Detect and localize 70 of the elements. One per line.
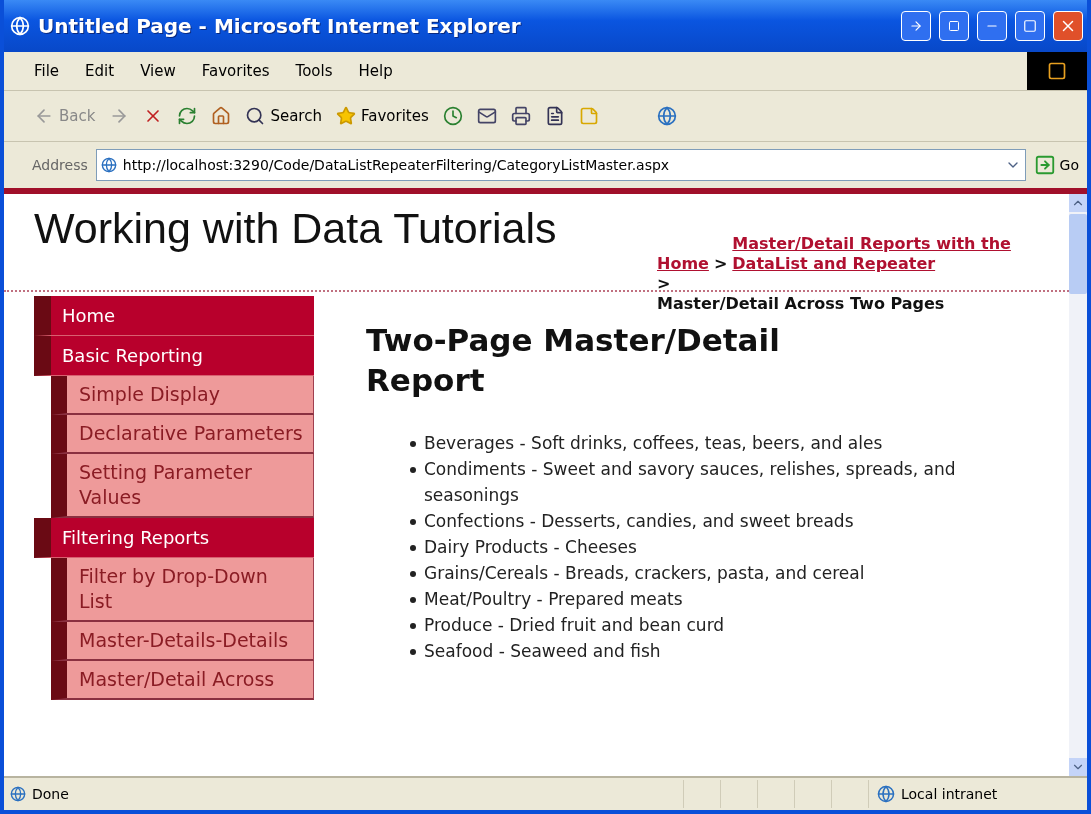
category-item: Condiments - Sweet and savory sauces, relishes, spreads, and seasonings [424,458,957,507]
sidebar-subitem[interactable]: Setting Parameter Values [51,454,314,518]
window-title: Untitled Page - Microsoft Internet Explorer [38,14,522,38]
sidebar-item[interactable]: Basic Reporting [34,336,314,376]
category-item: Confections - Desserts, candies, and sweet breads [424,510,855,533]
category-item: Seafood - Seaweed and fish [424,640,662,663]
breadcrumb-current: Master/Detail Across Two Pages [657,294,946,314]
globe-icon[interactable] [656,106,677,126]
sidebar-subitem[interactable]: Master-Details-Details [51,622,314,661]
category-item: Dairy Products - Cheeses [424,536,638,559]
sidebar-subitem[interactable]: Master/Detail Across [51,661,314,700]
breadcrumb-link[interactable]: Master/Detail Reports with the DataList and Repeater [732,234,1013,274]
menu-item[interactable]: File [34,62,60,80]
maximize-button[interactable] [1015,11,1045,41]
menu-item[interactable]: Favorites [201,62,270,80]
category-item: Beverages - Soft drinks, coffees, teas, beers, and ales [424,432,884,455]
bullet-icon [410,545,416,551]
star-icon [335,106,356,126]
menu-item[interactable]: Tools [295,62,333,80]
sidebar-subitem[interactable]: Declarative Parameters [51,415,314,454]
restore-window-button[interactable] [939,11,969,41]
go-button[interactable]: Go [1033,154,1079,176]
print-icon[interactable] [510,106,531,126]
category-item: Meat/Poultry - Prepared meats [424,588,684,611]
page-heading: Two-Page Master/Detail Report [366,321,781,400]
breadcrumb-separator: > [713,254,728,274]
bullet-icon [410,519,416,525]
menu-item[interactable]: View [140,62,176,80]
sidebar-item[interactable]: Home [34,296,314,336]
bullet-icon [410,467,416,473]
close-button[interactable] [1053,11,1083,41]
category-item: Grains/Cereals - Breads, crackers, pasta, and cereal [424,562,866,585]
bullet-icon [410,597,416,603]
history-icon[interactable] [442,106,463,126]
breadcrumb-separator: > [657,274,671,294]
page-icon [10,786,26,802]
zone-text: Local intranet [901,786,998,802]
arrow-icon [909,19,923,33]
sidebar-item[interactable]: Filtering Reports [34,518,314,558]
minimize-button[interactable] [977,11,1007,41]
address-field[interactable]: http://localhost:3290/Code/DataListRepeaterFiltering/CategoryListMaster.aspx [95,149,1026,181]
site-title: Working with Data Tutorials [34,204,557,254]
network-icon [877,785,895,803]
refresh-icon[interactable] [177,106,198,126]
scroll-up-button[interactable] [1069,194,1087,212]
bullet-icon [410,623,416,629]
menu-item[interactable]: Edit [85,62,115,80]
sidebar-subitem[interactable]: Filter by Drop-Down List [51,558,314,622]
breadcrumb-link[interactable]: Home [657,254,709,274]
menu-item[interactable]: Help [358,62,393,80]
category-item: Produce - Dried fruit and bean curd [424,614,726,637]
square-icon [948,20,960,32]
scroll-thumb[interactable] [1069,214,1087,294]
search-button[interactable]: Search [245,106,322,126]
sidebar-subitem[interactable]: Simple Display [51,376,314,415]
address-label: Address [32,157,88,173]
home-icon[interactable] [211,106,232,126]
status-text: Done [32,786,69,802]
search-icon [245,106,266,126]
toolbar-toggle-button[interactable] [901,11,931,41]
page-icon [100,157,117,173]
browser-icon [10,16,30,36]
bullet-icon [410,441,416,447]
favorites-button[interactable]: Favorites [335,106,429,126]
maximize-icon [1023,19,1037,33]
bullet-icon [410,649,416,655]
scrollbar[interactable] [1069,194,1087,776]
bullet-icon [410,571,416,577]
scroll-down-button[interactable] [1069,758,1087,776]
mail-icon[interactable] [476,106,497,126]
